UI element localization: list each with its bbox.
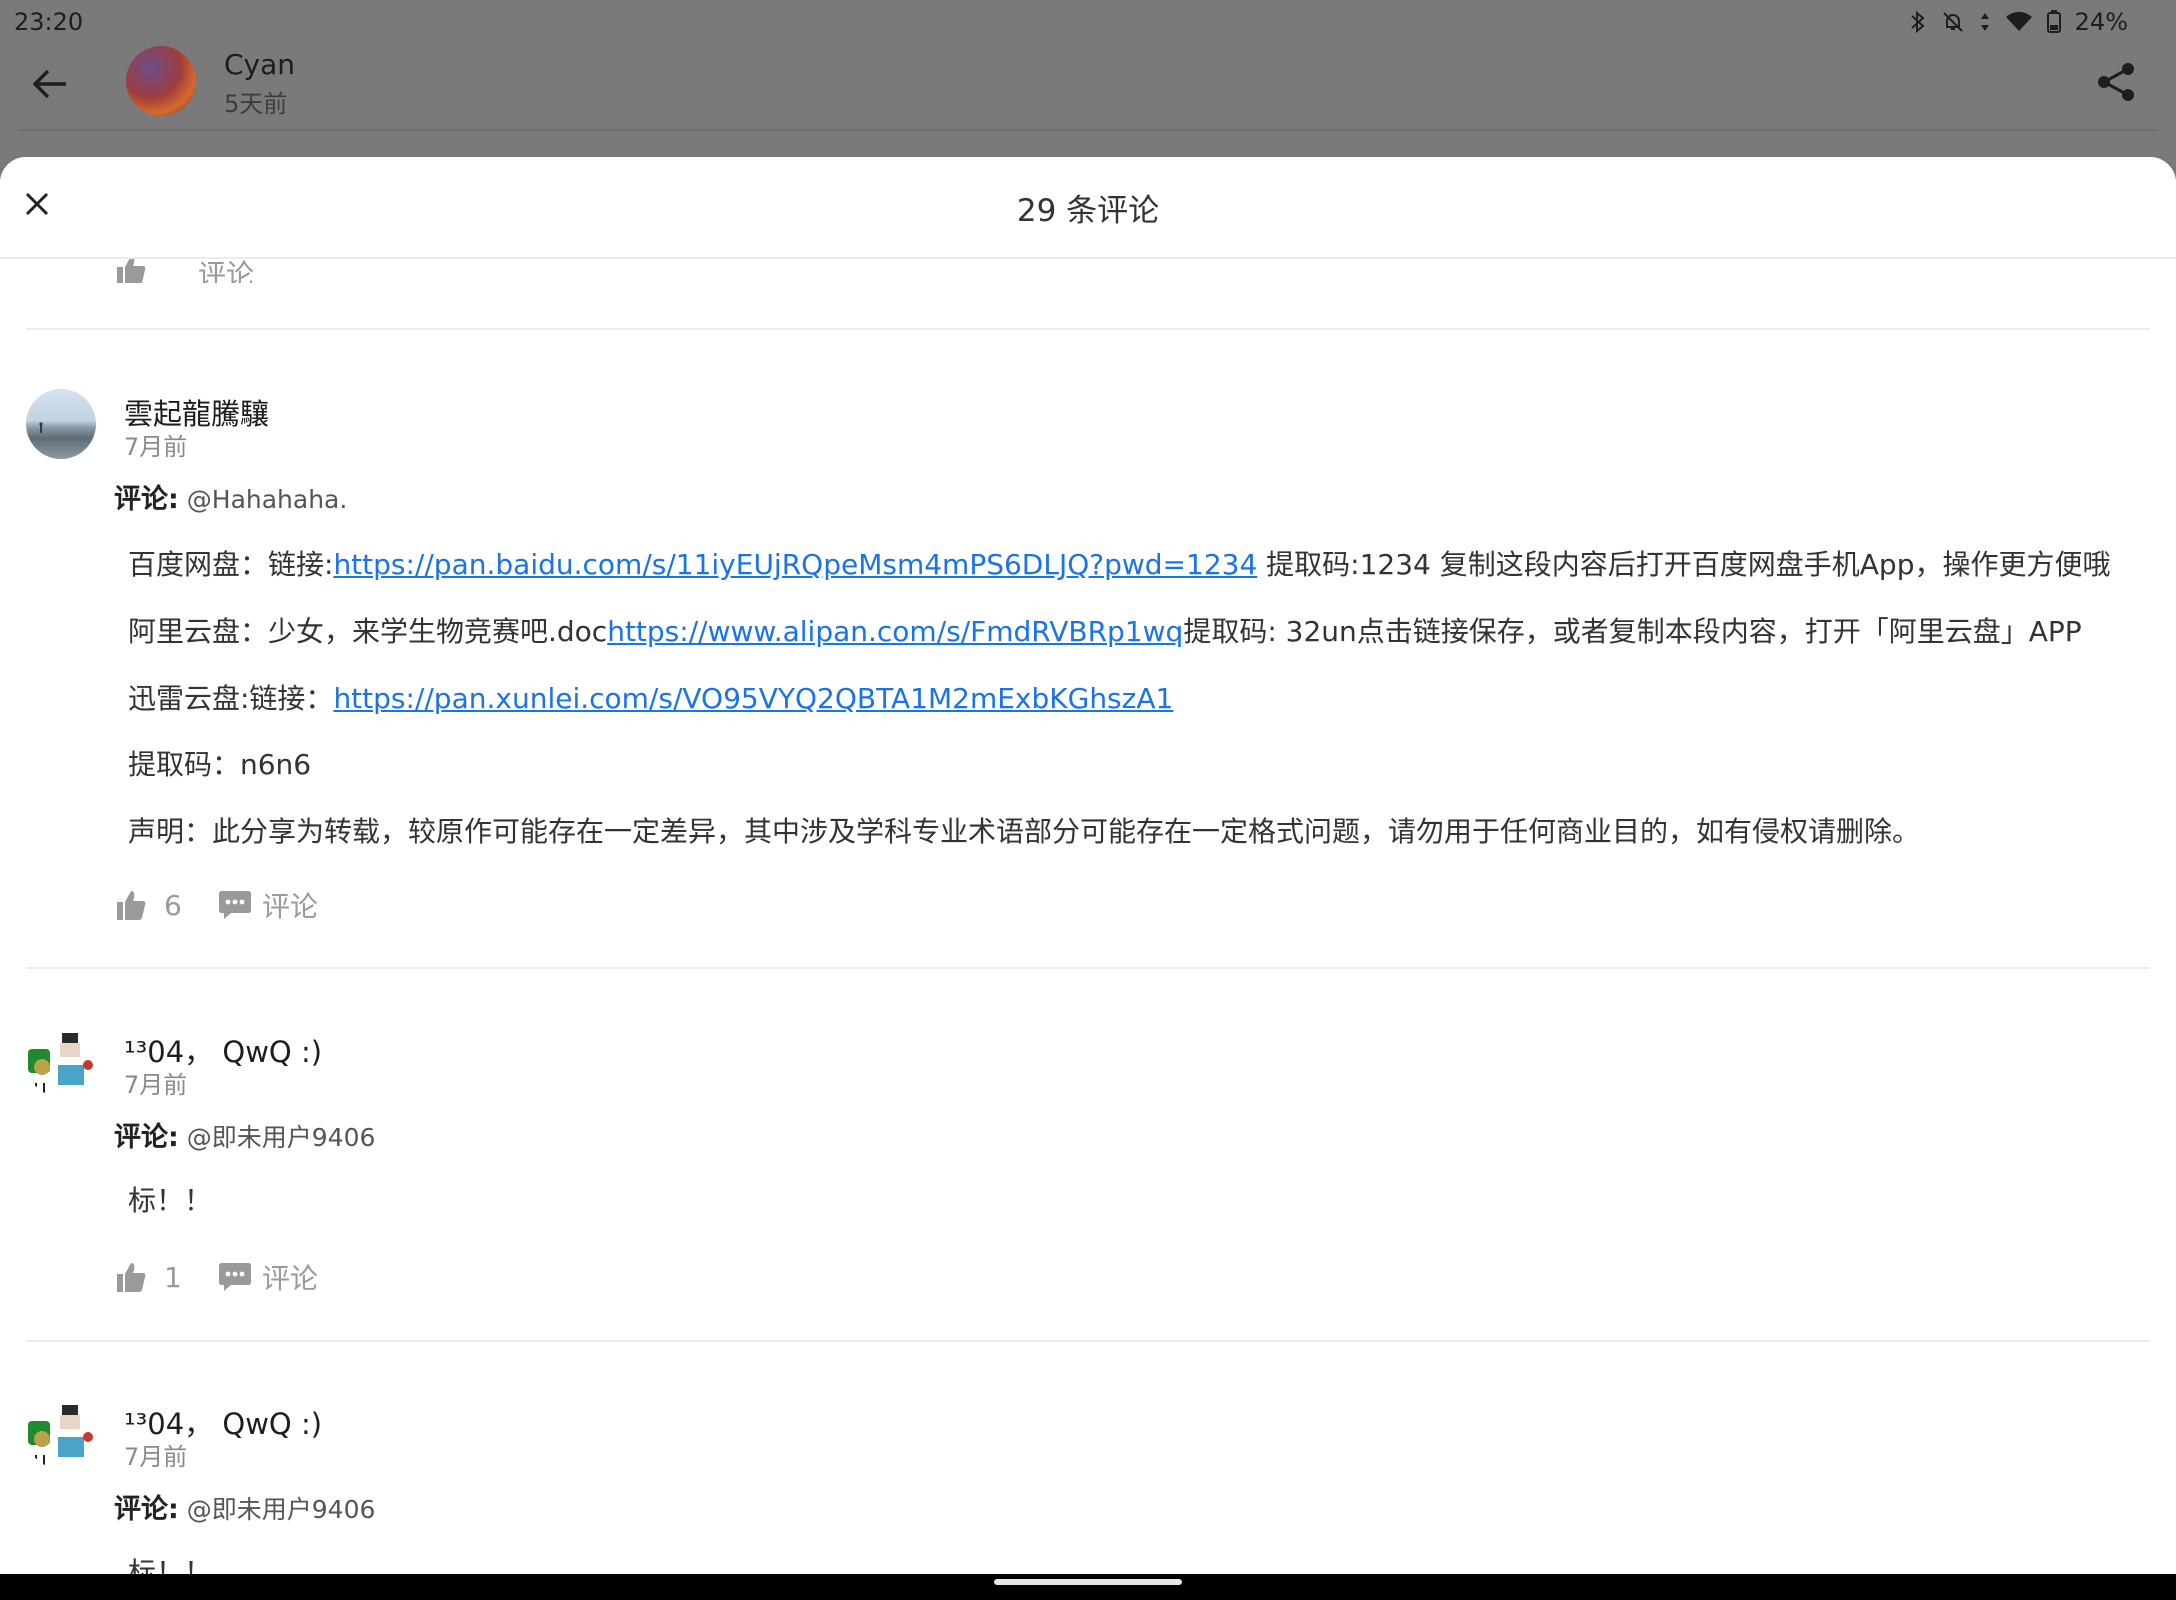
comment-bubble-icon <box>219 1263 251 1291</box>
para-text: 提取码:1234 复制这段内容后打开百度网盘手机App，操作更方便哦 <box>1257 548 2111 581</box>
comment-time: 7月前 <box>124 1071 188 1099</box>
status-time: 23:20 <box>14 8 84 36</box>
comment-bubble-icon <box>219 891 251 919</box>
back-arrow-icon[interactable] <box>30 64 70 104</box>
commenter-avatar[interactable] <box>26 1027 96 1097</box>
home-gesture-handle[interactable] <box>994 1579 1182 1585</box>
reply-target: 评论: @即未用户9406 <box>114 1487 375 1526</box>
comment-paragraph: 阿里云盘：少女，来学生物竞赛吧.dochttps://www.alipan.co… <box>128 610 2082 650</box>
comment-actions: 6 评论 <box>114 885 318 925</box>
like-button[interactable]: 6 <box>114 888 218 922</box>
comment-actions: 1 评论 <box>114 1257 318 1297</box>
like-count: 1 <box>164 1260 182 1294</box>
reply-mention[interactable]: @Hahahaha. <box>187 485 348 514</box>
baidu-link[interactable]: https://pan.baidu.com/s/11iyEUjRQpeMsm4m… <box>333 548 1257 581</box>
status-icons: 24% <box>1909 8 2128 36</box>
reply-label: 评论: <box>114 1494 179 1525</box>
commenter-avatar[interactable] <box>26 389 96 459</box>
comment-divider <box>26 1340 2150 1342</box>
status-bar: 23:20 24% <box>0 0 2176 44</box>
comment-paragraph: 提取码：n6n6 <box>128 748 312 781</box>
comment-paragraph: 百度网盘：链接:https://pan.baidu.com/s/11iyEUjR… <box>128 543 2110 583</box>
comment-text: 标！！ <box>128 1184 213 1217</box>
para-text: 百度网盘：链接: <box>128 548 334 581</box>
mute-bell-icon <box>1942 12 1963 32</box>
reply-label: 评论: <box>114 484 179 515</box>
share-icon[interactable] <box>2094 60 2138 104</box>
comment-time: 7月前 <box>124 433 188 461</box>
comments-count-title: 29 条评论 <box>1016 193 1160 229</box>
battery-percent: 24% <box>2074 8 2128 36</box>
reply-label: 评论 <box>262 1262 319 1295</box>
wifi-icon <box>2005 11 2032 31</box>
xunlei-link[interactable]: https://pan.xunlei.com/s/VO95VYQ2QBTA1M2… <box>333 682 1173 715</box>
reply-target: 评论: @即未用户9406 <box>114 1115 375 1154</box>
author-name[interactable]: Cyan <box>224 48 295 81</box>
para-text: 阿里云盘：少女，来学生物竞赛吧.doc <box>128 615 608 648</box>
reply-label: 评论: <box>114 1122 179 1153</box>
reply-button[interactable]: 评论 <box>218 885 318 925</box>
avatar-figure-icon <box>39 422 43 433</box>
post-time: 5天前 <box>224 90 288 118</box>
cartoon-avatar-icon <box>28 1033 93 1093</box>
comment-text: 标！！ <box>128 1556 213 1574</box>
cartoon-avatar-icon <box>28 1405 93 1465</box>
alipan-link[interactable]: https://www.alipan.com/s/FmdRVBRp1wq <box>607 615 1183 648</box>
reply-mention[interactable]: @即未用户9406 <box>187 1495 376 1524</box>
reply-button[interactable]: 评论 <box>218 1257 318 1297</box>
comments-sheet: 29 条评论 评论 雲起龍騰驤 7月前 评论: @Hahahaha. 百度网盘：… <box>0 157 2176 1574</box>
post-header: Cyan 5天前 <box>0 44 2176 130</box>
comments-list[interactable]: 评论 雲起龍騰驤 7月前 评论: @Hahahaha. 百度网盘：链接:http… <box>0 157 2176 1574</box>
comment-divider <box>26 967 2150 969</box>
comment-divider <box>26 328 2150 330</box>
header-divider <box>18 129 2158 131</box>
para-text: 提取码: 32un点击链接保存，或者复制本段内容，打开「阿里云盘」APP <box>1183 615 2082 648</box>
comment-paragraph: 迅雷云盘:链接：https://pan.xunlei.com/s/VO95VYQ… <box>128 677 1173 717</box>
comment-time: 7月前 <box>124 1443 188 1471</box>
comment-paragraph: 声明：此分享为转载，较原作可能存在一定差异，其中涉及学科专业术语部分可能存在一定… <box>128 815 1921 848</box>
battery-icon <box>2046 10 2061 33</box>
navigation-bar <box>0 1574 2176 1600</box>
commenter-avatar[interactable] <box>26 1399 96 1469</box>
author-avatar[interactable] <box>126 46 196 116</box>
reply-label: 评论 <box>262 890 319 923</box>
thumbs-up-icon <box>117 1263 146 1292</box>
like-button[interactable]: 1 <box>114 1260 218 1294</box>
data-arrows-icon <box>1980 13 1989 31</box>
reply-target: 评论: @Hahahaha. <box>114 477 347 516</box>
like-count: 6 <box>164 888 182 922</box>
thumbs-up-icon <box>117 891 146 920</box>
bluetooth-icon <box>1910 10 1925 34</box>
reply-mention[interactable]: @即未用户9406 <box>187 1123 376 1152</box>
para-text: 迅雷云盘:链接： <box>128 682 334 715</box>
sheet-header: 29 条评论 <box>0 157 2176 259</box>
